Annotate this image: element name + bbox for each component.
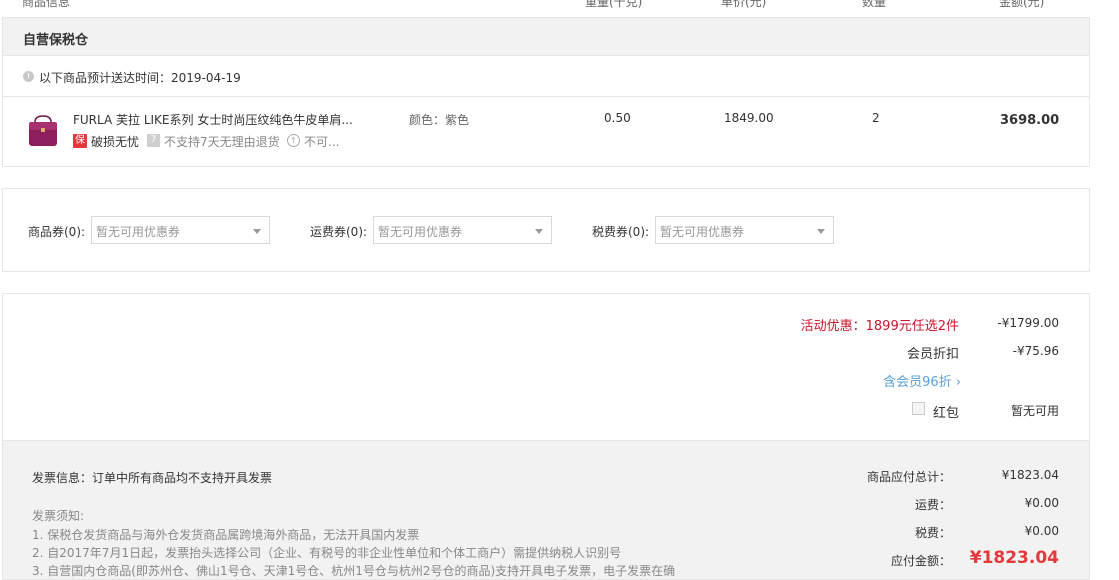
discounts-section: 活动优惠：1899元任选2件 -¥1799.00 会员折扣 -¥75.96 含会… [2,293,1090,441]
chevron-down-icon [817,229,825,234]
invoice-note-line: 3. 自营国内仓商品(即苏州仓、佛山1号仓、天津1号仓、杭州1号仓与杭州2号仓的… [32,564,676,578]
tax-coupon-value: 暂无可用优惠券 [660,225,745,239]
tax-coupon-select[interactable]: 暂无可用优惠券 [655,216,834,244]
goods-total-label: 商品应付总计： [866,470,951,484]
damage-guarantee-tag[interactable]: 破损无忧 [91,133,139,150]
goods-total-value: ¥1823.04 [1001,468,1059,482]
damage-guarantee-icon: 保 [73,134,87,148]
header-weight: 重量(千克) [585,0,643,9]
shipping-label: 运费： [914,498,951,512]
payable-label: 应付金额： [890,554,951,568]
product-thumbnail[interactable] [25,113,61,149]
header-price: 单价(元) [721,0,767,9]
header-amount: 金额(元) [999,0,1045,9]
tax-coupon-label: 税费券(0): [592,225,650,239]
member-discount-label: 会员折扣 [906,347,959,362]
no-return-tag[interactable]: 不支持7天无理由退货 [164,133,280,150]
clock-icon [23,71,34,82]
member-discount-link[interactable]: 含会员96折 › [883,371,961,390]
goods-coupon-label: 商品券(0): [28,225,86,239]
product-unit-price: 1849.00 [724,111,774,125]
shipping-coupon-select[interactable]: 暂无可用优惠券 [373,216,552,244]
coupons-section: 商品券(0): 暂无可用优惠券 运费券(0): 暂无可用优惠券 税费券(0): … [2,188,1090,272]
shipping-coupon-label: 运费券(0): [310,225,368,239]
product-amount: 3698.00 [1000,113,1060,128]
tax-value: ¥0.00 [1024,524,1059,538]
chevron-down-icon [535,229,543,234]
chevron-down-icon [253,229,261,234]
product-weight: 0.50 [604,111,631,125]
product-color: 颜色：紫色 [409,113,470,127]
delivery-time: 以下商品预计送达时间：2019-04-19 [39,71,241,85]
summary-section: 发票信息：订单中所有商品均不支持开具发票 发票须知: 1. 保税仓发货商品与海外… [2,440,1090,580]
no-exchange-tag[interactable]: 不可... [304,133,339,150]
warehouse-title: 自营保税仓 [23,33,89,48]
product-quantity: 2 [872,111,880,125]
redpack-checkbox[interactable] [912,402,925,415]
promo-value: -¥1799.00 [997,316,1059,330]
goods-coupon-select[interactable]: 暂无可用优惠券 [91,216,270,244]
product-name-link[interactable]: FURLA 芙拉 LIKE系列 女士时尚压纹纯色牛皮单肩... [73,111,353,128]
redpack-value: 暂无可用 [1010,404,1059,418]
no-exchange-icon: ↑ [287,134,300,147]
invoice-note-line: 1. 保税仓发货商品与海外仓发货商品属跨境海外商品，无法开具国内发票 [32,528,420,542]
promo-label: 活动优惠：1899元任选2件 [800,319,959,334]
member-discount-value: -¥75.96 [1012,344,1059,358]
tax-label: 税费： [914,526,951,540]
shipping-value: ¥0.00 [1024,496,1059,510]
goods-coupon-value: 暂无可用优惠券 [96,225,181,239]
header-qty: 数量 [862,0,887,9]
redpack-label: 红包 [932,406,959,421]
delivery-row: 以下商品预计送达时间：2019-04-19 [3,56,1089,97]
no-return-icon: 7 [147,134,160,147]
payable-value: ¥1823.04 [969,548,1059,568]
header-product: 商品信息 [22,0,71,9]
warehouse-section: 自营保税仓 以下商品预计送达时间：2019-04-19 FURLA 芙拉 LIK… [2,17,1090,167]
shipping-coupon-value: 暂无可用优惠券 [378,225,463,239]
invoice-note-line: 2. 自2017年7月1日起，发票抬头选择公司（企业、有税号的非企业性单位和个体… [32,546,622,560]
invoice-notes-title: 发票须知: [32,509,85,523]
invoice-info: 发票信息：订单中所有商品均不支持开具发票 [32,471,273,485]
warehouse-title-bar: 自营保税仓 [3,18,1089,56]
